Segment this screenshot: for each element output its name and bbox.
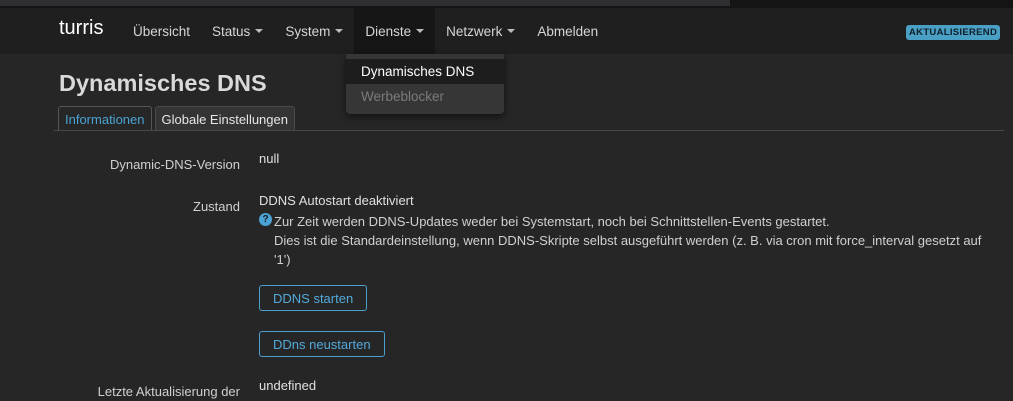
tab-information[interactable]: Informationen (58, 106, 152, 131)
tab-global-settings[interactable]: Globale Einstellungen (154, 106, 295, 131)
help-icon: ? (259, 213, 272, 226)
nav-status[interactable]: Status (201, 8, 274, 54)
ddns-restart-button[interactable]: DDns neustarten (259, 331, 385, 357)
page-title: Dynamisches DNS (59, 70, 267, 96)
status-badge: AKTUALISIEREND (906, 25, 1001, 40)
menu-item-adblock[interactable]: Werbeblocker (346, 84, 504, 109)
chevron-down-icon (335, 29, 344, 33)
nav-services-label: Dienste (365, 23, 412, 39)
chevron-down-icon (255, 29, 264, 33)
nav-overview-label: Übersicht (133, 23, 191, 39)
state-value: DDNS Autostart deaktiviert (259, 193, 414, 208)
ddns-start-button[interactable]: DDNS starten (259, 285, 368, 311)
last-update-value: undefined (259, 378, 317, 393)
navbar: turris Übersicht Status System Dienste N… (0, 8, 1013, 54)
menu-item-dynamic-dns[interactable]: Dynamisches DNS (346, 59, 504, 84)
nav-services[interactable]: Dienste (354, 8, 436, 54)
help-line-1: Zur Zeit werden DDNS-Updates weder bei S… (274, 214, 830, 229)
services-dropdown-menu: Dynamisches DNS Werbeblocker (346, 54, 504, 114)
help-line-2: Dies ist die Standardeinstellung, wenn D… (274, 233, 982, 267)
nav-network[interactable]: Netzwerk (435, 8, 526, 54)
chevron-down-icon (416, 29, 425, 33)
version-label: Dynamic-DNS-Version (109, 157, 240, 172)
chevron-down-icon (507, 29, 516, 33)
state-help: ? Zur Zeit werden DDNS-Updates weder bei… (259, 212, 999, 269)
nav-overview[interactable]: Übersicht (122, 8, 201, 54)
main-nav: Übersicht Status System Dienste Netzwerk… (122, 8, 609, 54)
state-label: Zustand (193, 199, 240, 214)
tab-divider (54, 130, 1004, 131)
window-top-strip (0, 0, 1013, 8)
nav-logout[interactable]: Abmelden (526, 8, 609, 54)
window-top-strip-inner (0, 0, 730, 6)
nav-status-label: Status (212, 23, 251, 39)
nav-system-label: System (285, 23, 331, 39)
tab-bar: Informationen Globale Einstellungen (58, 106, 298, 131)
nav-logout-label: Abmelden (537, 23, 599, 39)
last-update-label: Letzte Aktualisierung der (97, 384, 240, 399)
version-value: null (259, 151, 280, 166)
nav-system[interactable]: System (274, 8, 354, 54)
brand-logo[interactable]: turris (59, 17, 103, 40)
nav-network-label: Netzwerk (446, 23, 503, 39)
